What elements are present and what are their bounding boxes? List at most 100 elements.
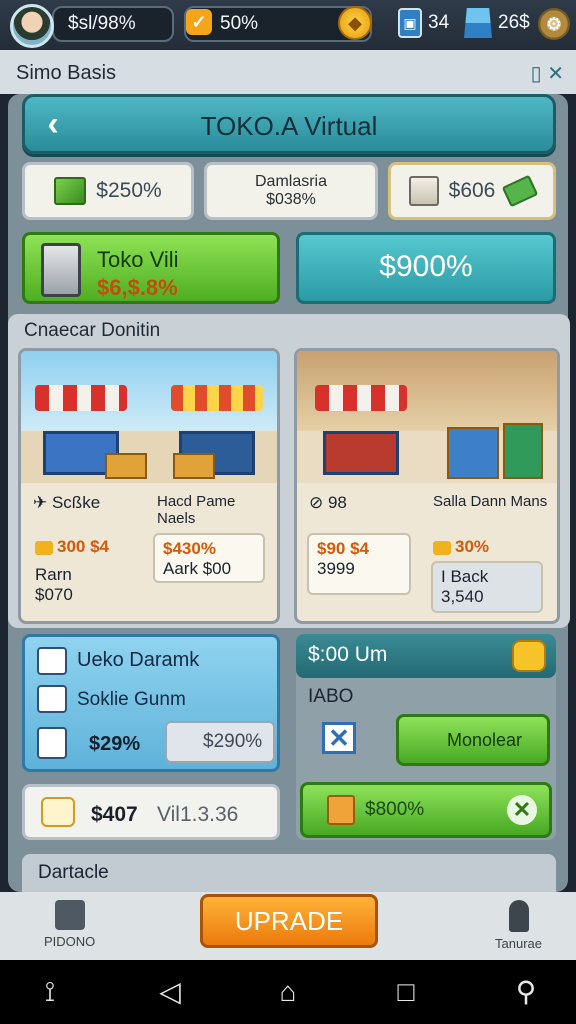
card-right-name: Salla Dann Mans: [433, 493, 548, 510]
cooler-image: [503, 423, 543, 479]
action-card-label: IABO: [308, 686, 354, 707]
stat-center[interactable]: Damlasria $038%: [204, 162, 378, 220]
search-value-b: Vil1.3.36: [157, 803, 239, 826]
back-triangle-icon[interactable]: ◁: [150, 974, 190, 1010]
upgrade-card-price: $29%: [89, 733, 141, 755]
upgrade-card-button[interactable]: $290%: [165, 721, 275, 763]
value-button-label: $800%: [365, 799, 425, 820]
detail-bar[interactable]: Dartacle: [22, 854, 556, 894]
card-item-1[interactable]: Rarn $070: [35, 565, 145, 605]
card-left-name: Scßke: [51, 493, 101, 512]
nav-right-label: Tanurae: [495, 936, 542, 951]
crate-image: [105, 453, 147, 479]
gauge-icon: [37, 685, 67, 713]
card-item1-name: Rarn: [35, 565, 72, 584]
stat-box[interactable]: $606: [388, 162, 556, 220]
card-mini-2[interactable]: I Back 3,540: [431, 561, 543, 613]
assistant-icon[interactable]: ⟟: [30, 974, 70, 1010]
badge-icon[interactable]: [512, 640, 546, 672]
magnifier-icon: [41, 797, 75, 827]
card-tag-2-value: $430%: [163, 539, 216, 558]
green-cube-icon: [54, 177, 87, 205]
coin-value: 50%: [220, 13, 259, 34]
crate-image: [173, 453, 215, 479]
toko-button[interactable]: Toko Vili $6,$.8%: [22, 232, 280, 304]
toko-price: $6,$.8%: [97, 275, 178, 300]
monolear-button-label: Monolear: [447, 730, 523, 750]
nav-left-label: PIDONO: [44, 934, 96, 949]
home-circle-icon[interactable]: ⌂: [268, 974, 308, 1010]
card-tag-1-value: $90 $4: [317, 539, 369, 558]
card-icon: ▣: [398, 8, 422, 38]
screen-icon: [37, 727, 67, 759]
nav-left[interactable]: PIDONO: [44, 900, 95, 949]
card-left-info: ✈ Scßke: [33, 493, 101, 512]
card-right-name: Hacd Pame Naels: [157, 493, 236, 527]
cash-counter[interactable]: $sl/98%: [52, 6, 174, 42]
resource-b-value: 26$: [498, 12, 530, 33]
coin-icon: ✓: [186, 9, 212, 35]
action-card-header-text: $:00 Um: [308, 643, 388, 666]
card-tag-2: 30%: [433, 537, 489, 557]
teal-value-button[interactable]: $900%: [296, 232, 556, 304]
search-value-row[interactable]: $407 Vil1.3.36: [22, 784, 280, 840]
card-item2-name: I Back: [441, 567, 489, 586]
upgrade-card-subtitle: Soklie Gunm: [77, 689, 186, 710]
card-tag-1: 300 $4: [35, 537, 109, 557]
toko-title: Toko Vili: [97, 247, 179, 272]
vending-machine-icon: [41, 243, 81, 297]
cancel-icon[interactable]: ✕: [507, 795, 537, 825]
title-bar: ‹ TOKO.A Virtual: [22, 94, 556, 154]
settings-gear-icon[interactable]: ⚙: [538, 8, 570, 40]
resource-b: 26$: [464, 8, 530, 38]
profile-icon: [508, 900, 529, 932]
resource-a-value: 34: [428, 12, 450, 33]
shop-section: Cnaecar Donitin ✈ Scßke Hacd Pame Naels …: [8, 314, 570, 628]
sub-bar: Simo Basis ▯ ✕: [0, 50, 576, 94]
market-scene-image: [21, 351, 277, 483]
box-icon: [408, 176, 439, 206]
cooler-image: [447, 427, 499, 479]
upgrade-button[interactable]: UPRADE: [200, 894, 378, 948]
recents-square-icon[interactable]: □: [386, 974, 426, 1010]
resource-a: ▣ 34: [398, 8, 449, 38]
card-left-info: ⊘ 98: [309, 493, 347, 512]
monolear-button[interactable]: Monolear: [396, 714, 550, 766]
upgrade-card-title: Ueko Daramk: [77, 649, 200, 671]
top-hud: $sl/98% 50% ✓ ◆ ▣ 34 26$ ⚙: [0, 0, 576, 50]
trash-close-icons[interactable]: ▯ ✕: [531, 61, 564, 86]
close-x-icon[interactable]: ✕: [322, 722, 356, 754]
search-value-a: $407: [91, 803, 138, 826]
nav-right[interactable]: Tanurae: [495, 900, 542, 951]
shop-card[interactable]: ⊘ 98 Salla Dann Mans $90 $4 3999 30% I B…: [294, 348, 560, 624]
card-left-name: 98: [327, 493, 347, 512]
card-mini-1[interactable]: $430% Aark $00: [153, 533, 265, 583]
value-button[interactable]: $800% ✕: [300, 782, 552, 838]
stat-center-line1: Damlasria: [254, 173, 327, 190]
shop-panel: ‹ TOKO.A Virtual $250% Damlasria $038% $…: [8, 94, 570, 894]
page-title: TOKO.A Virtual: [200, 111, 378, 141]
market-scene-image: [297, 351, 557, 483]
card-item2-name: Aark: [163, 559, 198, 578]
stat-center-line2: $038%: [266, 191, 316, 208]
stat-cube[interactable]: $250%: [22, 162, 194, 220]
card-mini-1[interactable]: $90 $4 3999: [307, 533, 411, 595]
card-item2-price: $00: [202, 559, 232, 578]
stat-cube-value: $250%: [96, 179, 162, 202]
action-card-header: $:00 Um: [296, 634, 556, 678]
shop-header: Cnaecar Donitin: [24, 320, 161, 341]
card-item1-price: $070: [35, 585, 73, 604]
calculator-icon: [327, 795, 355, 825]
action-card: $:00 Um IABO ✕ Monolear $800% ✕: [296, 634, 556, 840]
sub-bar-title: Simo Basis: [16, 62, 117, 84]
system-nav-bar: ⟟ ◁ ⌂ □ ⚲: [0, 960, 576, 1024]
avatar[interactable]: [10, 4, 54, 48]
accessibility-icon[interactable]: ⚲: [506, 974, 546, 1010]
gem-icon[interactable]: ◆: [338, 6, 372, 40]
cup-icon: [464, 8, 492, 38]
card-tag-2-value: 30%: [455, 537, 490, 556]
upgrade-card[interactable]: Ueko Daramk Soklie Gunm $29% $290%: [22, 634, 280, 772]
shop-card[interactable]: ✈ Scßke Hacd Pame Naels 300 $4 $430% Aar…: [18, 348, 280, 624]
upgrade-card-button-label: $290%: [203, 731, 263, 752]
stat-box-value: $606: [448, 179, 496, 202]
